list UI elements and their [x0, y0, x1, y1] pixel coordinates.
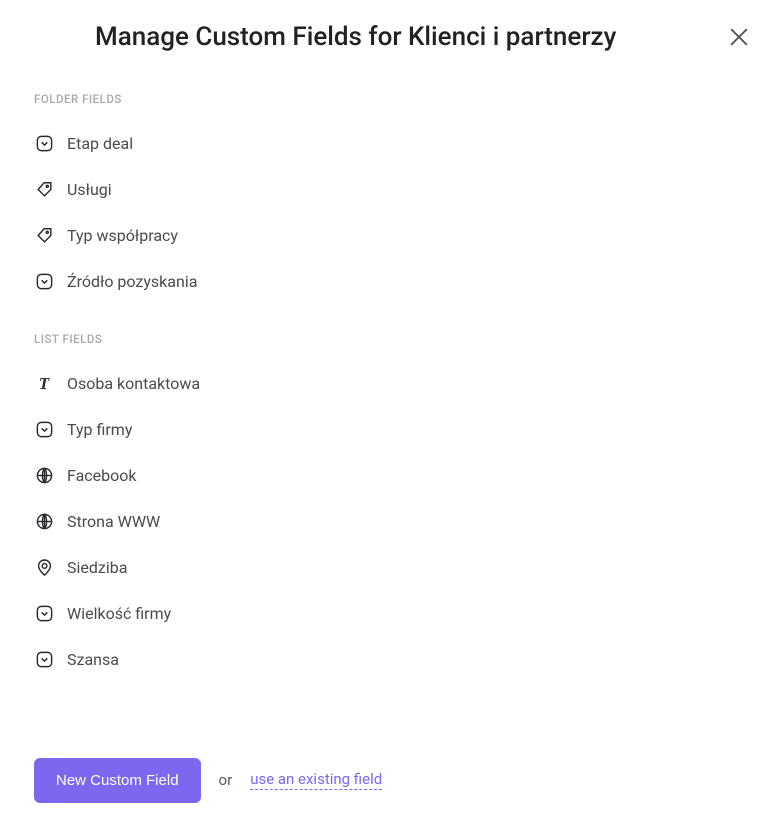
field-item-uslugi[interactable]: Usługi: [34, 166, 747, 212]
new-custom-field-button[interactable]: New Custom Field: [34, 758, 201, 803]
field-item-label: Etap deal: [67, 134, 133, 153]
text-icon: T: [34, 373, 54, 393]
field-item-label: Siedziba: [67, 558, 127, 577]
field-item-label: Osoba kontaktowa: [67, 374, 200, 393]
list-fields-section-label: LIST FIELDS: [34, 332, 747, 346]
dropdown-icon: [34, 649, 54, 669]
dialog-footer: New Custom Field or use an existing fiel…: [0, 730, 781, 830]
dialog-header: Manage Custom Fields for Klienci i partn…: [0, 0, 781, 64]
field-item-label: Facebook: [67, 466, 136, 485]
dialog-title: Manage Custom Fields for Klienci i partn…: [95, 22, 616, 52]
dropdown-icon: [34, 419, 54, 439]
globe-icon: [34, 511, 54, 531]
field-item-strona-www[interactable]: Strona WWW: [34, 498, 747, 544]
field-item-facebook[interactable]: Facebook: [34, 452, 747, 498]
field-item-wielkosc-firmy[interactable]: Wielkość firmy: [34, 590, 747, 636]
field-item-etap-deal[interactable]: Etap deal: [34, 120, 747, 166]
field-item-szansa[interactable]: Szansa: [34, 636, 747, 682]
field-item-osoba-kontaktowa[interactable]: T Osoba kontaktowa: [34, 360, 747, 406]
field-item-typ-wspolpracy[interactable]: Typ współpracy: [34, 212, 747, 258]
field-item-label: Usługi: [67, 180, 112, 199]
field-item-typ-firmy[interactable]: Typ firmy: [34, 406, 747, 452]
or-text: or: [219, 771, 233, 789]
dropdown-icon: [34, 133, 54, 153]
field-item-label: Wielkość firmy: [67, 604, 171, 623]
pin-icon: [34, 557, 54, 577]
fields-scroll-area: FOLDER FIELDS Etap deal Usługi Typ współ…: [0, 64, 781, 719]
folder-fields-section-label: FOLDER FIELDS: [34, 92, 747, 106]
globe-icon: [34, 465, 54, 485]
field-item-zrodlo-pozyskania[interactable]: Źródło pozyskania: [34, 258, 747, 304]
field-item-label: Typ współpracy: [67, 226, 178, 245]
dropdown-icon: [34, 603, 54, 623]
close-button[interactable]: [725, 23, 753, 51]
tag-icon: [34, 179, 54, 199]
field-item-label: Źródło pozyskania: [67, 272, 197, 291]
tag-icon: [34, 225, 54, 245]
dropdown-icon: [34, 271, 54, 291]
close-icon: [728, 26, 750, 48]
field-item-label: Typ firmy: [67, 420, 132, 439]
field-item-siedziba[interactable]: Siedziba: [34, 544, 747, 590]
use-existing-field-link[interactable]: use an existing field: [250, 770, 382, 790]
field-item-label: Szansa: [67, 650, 119, 669]
field-item-label: Strona WWW: [67, 512, 160, 531]
